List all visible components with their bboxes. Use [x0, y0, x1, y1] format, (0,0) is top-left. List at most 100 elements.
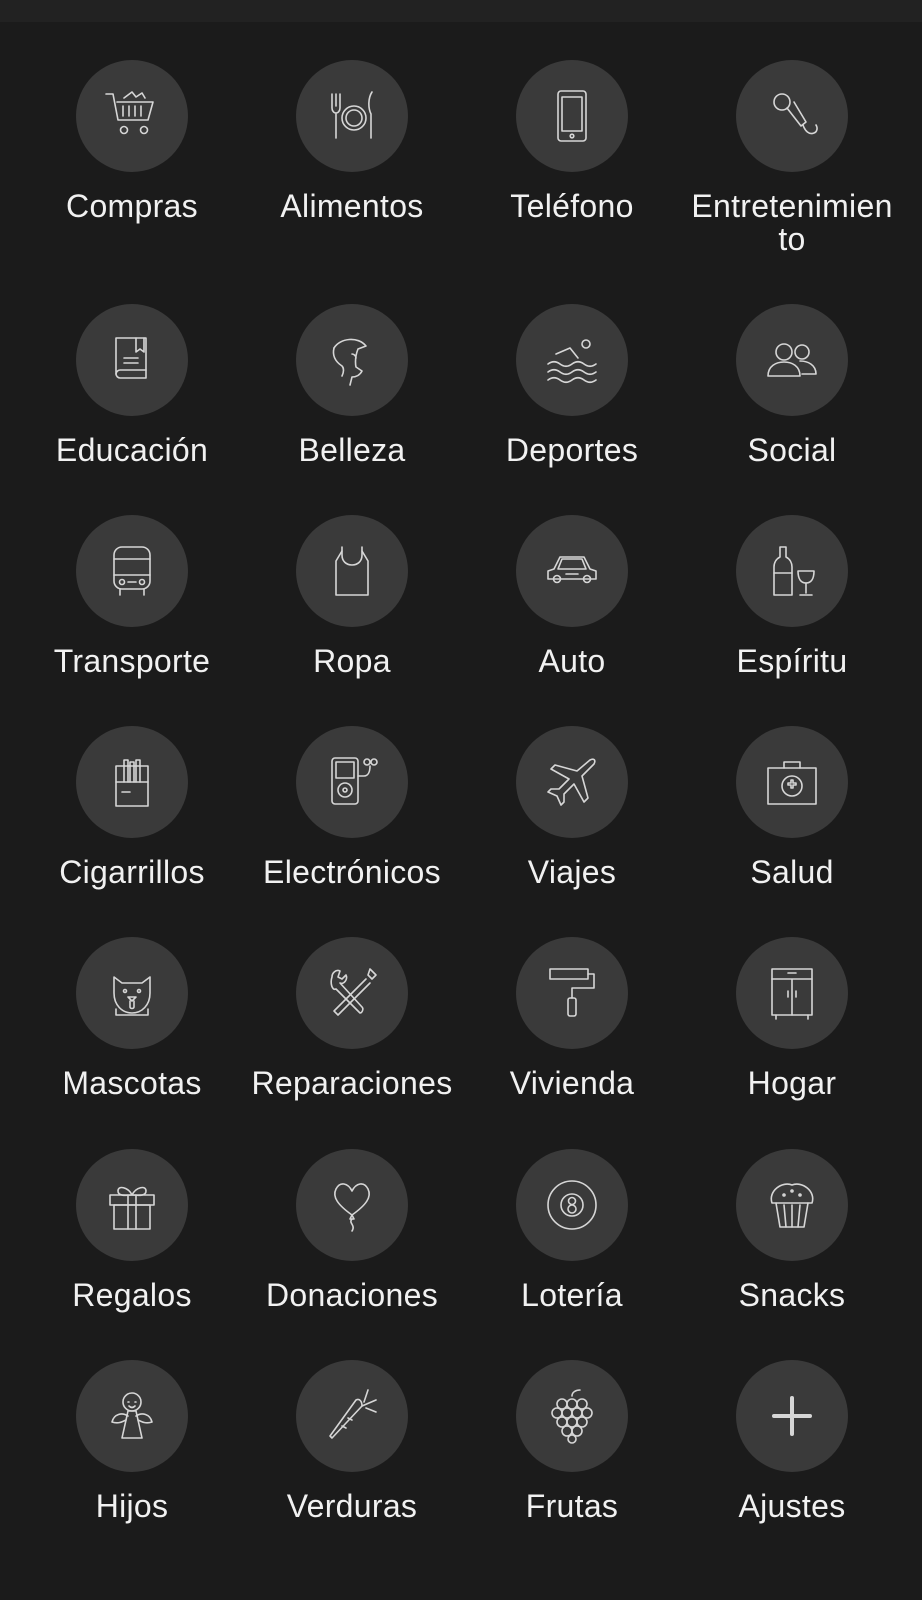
category-icon-circle[interactable] [736, 304, 848, 416]
category-vivienda[interactable]: Vivienda [462, 937, 682, 1137]
book-icon [115, 337, 147, 379]
category-espiritu[interactable]: Espíritu [682, 515, 902, 715]
category-label: Educación [55, 432, 209, 468]
shopping-cart-icon [105, 91, 154, 135]
category-icon-circle[interactable] [516, 726, 628, 838]
category-icon-circle[interactable] [736, 937, 848, 1049]
category-belleza[interactable]: Belleza [242, 304, 462, 504]
status-bar-strip [0, 0, 922, 22]
category-ajustes[interactable]: Ajustes [682, 1360, 902, 1560]
category-educacion[interactable]: Educación [22, 304, 242, 504]
category-icon-circle[interactable] [736, 515, 848, 627]
category-icon-circle[interactable] [516, 60, 628, 172]
category-label: Reparaciones [251, 1065, 453, 1101]
category-label: Teléfono [510, 188, 634, 224]
tank-top-icon [335, 546, 369, 596]
category-label: Deportes [505, 432, 639, 468]
cabinet-icon [771, 968, 813, 1020]
category-icon-circle[interactable] [76, 1149, 188, 1261]
category-icon-circle[interactable] [736, 1360, 848, 1472]
category-deportes[interactable]: Deportes [462, 304, 682, 504]
first-aid-kit-icon [767, 761, 817, 805]
category-icon-circle[interactable] [516, 304, 628, 416]
category-label: Verduras [286, 1488, 418, 1524]
category-icon-circle[interactable] [76, 1360, 188, 1472]
category-label: Social [747, 432, 837, 468]
category-label: Belleza [298, 432, 406, 468]
category-icon-circle[interactable] [76, 515, 188, 627]
cupcake-icon [770, 1183, 814, 1228]
category-auto[interactable]: Auto [462, 515, 682, 715]
category-alimentos[interactable]: Alimentos [242, 60, 462, 260]
pet-face-icon [113, 976, 151, 1016]
category-icon-circle[interactable] [516, 1360, 628, 1472]
wine-bottle-glass-icon [773, 546, 815, 596]
category-icon-circle[interactable] [516, 515, 628, 627]
category-label: Ropa [313, 643, 391, 679]
category-electronicos[interactable]: Electrónicos [242, 726, 462, 926]
people-icon [767, 343, 817, 377]
category-label: Hogar [747, 1065, 837, 1101]
heart-balloon-icon [334, 1183, 370, 1232]
category-frutas[interactable]: Frutas [462, 1360, 682, 1560]
category-label: Espíritu [736, 643, 848, 679]
swimmer-icon [547, 339, 597, 384]
category-label: Cigarrillos [59, 854, 205, 890]
category-label: Ajustes [738, 1488, 846, 1524]
microphone-icon [773, 93, 818, 135]
category-loteria[interactable]: Lotería [462, 1149, 682, 1349]
category-icon-circle[interactable] [736, 60, 848, 172]
phone-icon [557, 90, 587, 142]
category-icon-circle[interactable] [296, 1360, 408, 1472]
category-icon-circle[interactable] [296, 60, 408, 172]
category-icon-circle[interactable] [736, 726, 848, 838]
category-label: Salud [750, 854, 834, 890]
category-icon-circle[interactable] [296, 515, 408, 627]
category-icon-circle[interactable] [76, 60, 188, 172]
category-donaciones[interactable]: Donaciones [242, 1149, 462, 1349]
category-hogar[interactable]: Hogar [682, 937, 902, 1137]
grapes-icon [551, 1389, 593, 1444]
category-telefono[interactable]: Teléfono [462, 60, 682, 260]
category-icon-circle[interactable] [516, 1149, 628, 1261]
category-transporte[interactable]: Transporte [22, 515, 242, 715]
carrot-icon [329, 1389, 377, 1439]
category-icon-circle[interactable] [76, 726, 188, 838]
category-hijos[interactable]: Hijos [22, 1360, 242, 1560]
category-cigarrillos[interactable]: Cigarrillos [22, 726, 242, 926]
category-snacks[interactable]: Snacks [682, 1149, 902, 1349]
category-regalos[interactable]: Regalos [22, 1149, 242, 1349]
paint-roller-icon [549, 968, 595, 1017]
category-icon-circle[interactable] [76, 304, 188, 416]
category-label: Mascotas [62, 1065, 202, 1101]
category-salud[interactable]: Salud [682, 726, 902, 926]
gift-icon [109, 1186, 155, 1230]
category-entretenimiento[interactable]: Entretenimiento [682, 60, 902, 260]
category-icon-circle[interactable] [296, 304, 408, 416]
woman-head-icon [332, 338, 367, 386]
category-social[interactable]: Social [682, 304, 902, 504]
category-label: Hijos [95, 1488, 169, 1524]
cigarette-pack-icon [115, 759, 149, 807]
category-viajes[interactable]: Viajes [462, 726, 682, 926]
car-icon [547, 556, 597, 584]
category-label: Entretenimiento [691, 188, 893, 257]
category-icon-circle[interactable] [76, 937, 188, 1049]
eight-ball-icon [547, 1180, 597, 1230]
category-icon-circle[interactable] [296, 726, 408, 838]
category-icon-circle[interactable] [296, 1149, 408, 1261]
category-reparaciones[interactable]: Reparaciones [242, 937, 462, 1137]
category-compras[interactable]: Compras [22, 60, 242, 260]
category-verduras[interactable]: Verduras [242, 1360, 462, 1560]
category-label: Compras [66, 188, 198, 224]
tools-icon [330, 968, 377, 1016]
category-icon-circle[interactable] [516, 937, 628, 1049]
category-label: Donaciones [266, 1277, 438, 1313]
category-label: Electrónicos [263, 854, 441, 890]
category-label: Lotería [521, 1277, 623, 1313]
category-mascotas[interactable]: Mascotas [22, 937, 242, 1137]
category-icon-circle[interactable] [736, 1149, 848, 1261]
cutlery-plate-icon [331, 91, 373, 139]
category-icon-circle[interactable] [296, 937, 408, 1049]
category-ropa[interactable]: Ropa [242, 515, 462, 715]
